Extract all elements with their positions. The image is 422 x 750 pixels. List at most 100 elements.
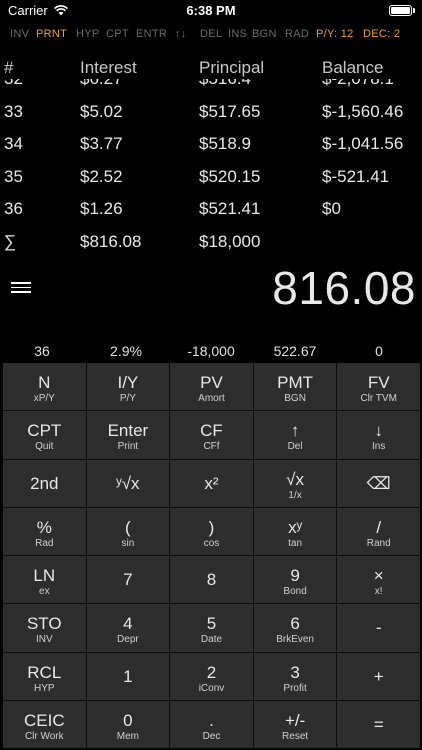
key-n[interactable]: NxP/Y (3, 363, 86, 411)
key-label: 1 (123, 666, 133, 686)
key-y-root-x[interactable]: ʸ√x (86, 459, 170, 507)
key-cpt[interactable]: CPT Quit (3, 411, 86, 459)
key-secondary-label: INV (35, 634, 53, 646)
mode-indicator-bar: INV PRNT HYP CPT ENTR ↑↓ DEL INS BGN RAD… (0, 26, 422, 44)
key-ln[interactable]: LN ex (3, 556, 86, 604)
key-secondary-label: x! (374, 586, 383, 597)
row-principal: $520.15 (199, 166, 261, 186)
key-sqrt[interactable]: √x 1/x (253, 459, 337, 507)
mode-bgn: BGN (252, 28, 277, 40)
key-label: ʸ√x (116, 473, 140, 493)
row-balance: $-521.41 (322, 166, 390, 186)
key-down[interactable]: ↓ Ins (337, 411, 420, 459)
key-label: 5 (206, 614, 217, 634)
key-secondary-label: Date (200, 634, 223, 646)
mode-entr: ENTR (136, 28, 168, 40)
key-minus[interactable]: - (337, 604, 420, 652)
key-ceic[interactable]: CEIC Clr Work (3, 700, 86, 748)
key-2nd[interactable]: 2nd (3, 459, 86, 507)
key-percent[interactable]: % Rad (3, 507, 86, 555)
mode-ins: INS (228, 28, 248, 40)
main-display: 816.08 (272, 262, 416, 314)
key-secondary-label: Del (287, 441, 303, 453)
battery-icon (389, 5, 412, 16)
key-label: = (373, 714, 384, 734)
status-bar: Carrier 6:38 PM (0, 0, 422, 22)
key-decimal[interactable]: . Dec (170, 700, 253, 748)
key-6[interactable]: 6 BrkEven (253, 604, 337, 652)
key-plus[interactable]: + (337, 652, 420, 700)
key-divide[interactable]: / Rand (337, 507, 420, 555)
row-balance: $-2,078.1 (322, 79, 394, 89)
key-secondary-label: HYP (34, 682, 55, 694)
key-label: PV (200, 373, 223, 392)
amortization-rows: 32 $6.27 $516.4 $-2,078.1 33 $5.02 $517.… (0, 79, 422, 257)
total-interest: $816.08 (80, 231, 142, 251)
key-0[interactable]: 0 Mem (86, 700, 170, 748)
key-pmt[interactable]: PMT BGN (253, 363, 337, 411)
key-4[interactable]: 4 Depr (86, 604, 170, 652)
key-secondary-label: xP/Y (33, 393, 55, 404)
key-label: 9 (290, 566, 300, 585)
row-interest: $1.26 (80, 199, 123, 218)
key-multiply[interactable]: × x! (337, 556, 420, 604)
key-label: . (209, 710, 214, 730)
key-label: CF (200, 421, 223, 441)
key-secondary-label: P/Y (119, 393, 136, 404)
key-plus-minus[interactable]: +/- Reset (253, 700, 337, 748)
key-iy[interactable]: I/Y P/Y (86, 363, 170, 411)
header-balance: Balance (322, 58, 384, 77)
key-label: xʸ (288, 517, 303, 537)
row-balance: $-1,041.56 (322, 134, 404, 153)
mode-py: P/Y: 12 (316, 28, 354, 40)
battery-cap (413, 8, 415, 13)
key-label: RCL (27, 662, 62, 682)
key-label: CPT (27, 421, 62, 441)
key-rcl[interactable]: RCL HYP (3, 652, 86, 700)
key-label: ↑ (290, 421, 300, 441)
key-pv[interactable]: PV Amort (170, 363, 253, 411)
key-9[interactable]: 9 Bond (253, 556, 337, 604)
key-label: ( (125, 517, 131, 537)
key-label: I/Y (117, 373, 139, 392)
row-principal: $518.9 (199, 134, 251, 153)
key-label: × (373, 566, 384, 585)
key-7[interactable]: 7 (86, 556, 170, 604)
key-2[interactable]: 2 iConv (170, 652, 253, 700)
amortization-table[interactable]: 32 $6.27 $516.4 $-2,078.1 33 $5.02 $517.… (0, 79, 422, 261)
header-interest: Interest (80, 58, 137, 77)
key-label: % (36, 517, 52, 537)
key-8[interactable]: 8 (170, 556, 253, 604)
key-fv[interactable]: FV Clr TVM (337, 363, 420, 411)
table-row: 36 $1.26 $521.41 $0 (0, 192, 422, 225)
key-3[interactable]: 3 Profit (253, 652, 337, 700)
key-label: 0 (123, 710, 133, 730)
key-1[interactable]: 1 (86, 652, 170, 700)
key-enter[interactable]: Enter Print (86, 411, 170, 459)
header-number: # (4, 58, 14, 77)
table-row: 34 $3.77 $518.9 $-1,041.56 (0, 127, 422, 160)
table-row: 32 $6.27 $516.4 $-2,078.1 (0, 79, 422, 95)
mode-inv: INV (10, 28, 30, 40)
key-x-squared[interactable]: x² (170, 459, 253, 507)
row-number: 34 (4, 134, 23, 153)
key-equals[interactable]: = (337, 700, 420, 748)
key-secondary-label: Depr (117, 634, 139, 646)
key-cf[interactable]: CF CFf (170, 411, 253, 459)
key-secondary-label: cos (203, 537, 220, 549)
table-row-total: ∑ $816.08 $18,000 (0, 225, 422, 258)
key-up[interactable]: ↑ Del (253, 411, 337, 459)
key-secondary-label: CFf (203, 441, 220, 453)
key-backspace[interactable]: ⌫ (337, 459, 420, 507)
key-label: 2nd (30, 473, 59, 493)
menu-icon[interactable] (11, 282, 31, 294)
key-x-power-y[interactable]: xʸ tan (253, 507, 337, 555)
key-close-paren[interactable]: ) cos (170, 507, 253, 555)
row-number: 35 (4, 166, 23, 186)
key-open-paren[interactable]: (sin (86, 507, 170, 555)
key-label: ⌫ (366, 473, 391, 493)
key-label: 3 (290, 662, 300, 682)
key-secondary-label: Clr TVM (360, 393, 397, 404)
key-5[interactable]: 5 Date (170, 604, 253, 652)
key-sto[interactable]: STO INV (3, 604, 86, 652)
